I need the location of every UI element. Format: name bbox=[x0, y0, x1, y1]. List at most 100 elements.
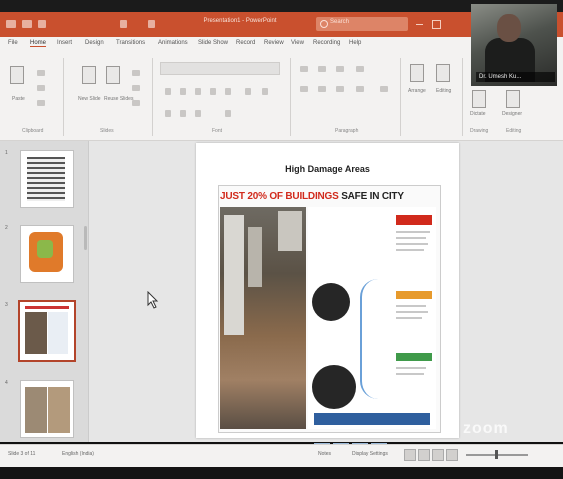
legend-line bbox=[396, 311, 428, 313]
ribbon-separator bbox=[63, 58, 64, 136]
bullets-icon[interactable] bbox=[300, 66, 308, 72]
italic-icon[interactable] bbox=[180, 88, 186, 95]
slide-thumbnail-4[interactable] bbox=[20, 380, 74, 438]
align-center-icon[interactable] bbox=[318, 86, 326, 92]
headline-text: JUST 20% OF BUILDINGS bbox=[220, 191, 342, 202]
legend-line bbox=[396, 237, 426, 239]
normal-view-icon[interactable] bbox=[404, 449, 416, 461]
building-shape bbox=[224, 215, 244, 335]
callout-circle bbox=[312, 365, 356, 409]
arrange-label: Arrange bbox=[408, 88, 426, 94]
slide-title[interactable]: High Damage Areas bbox=[196, 164, 459, 174]
search-placeholder: Search bbox=[330, 19, 350, 25]
notes-button[interactable]: Notes bbox=[318, 451, 331, 457]
justify-icon[interactable] bbox=[356, 86, 364, 92]
reuse-slides-icon[interactable] bbox=[106, 66, 120, 84]
bold-icon[interactable] bbox=[165, 88, 171, 95]
bottom-dark-strip bbox=[0, 467, 563, 479]
thumbnail-content bbox=[25, 387, 47, 433]
paste-icon[interactable] bbox=[10, 66, 24, 84]
slide-thumbnail-1[interactable] bbox=[20, 150, 74, 208]
tab-slide-show[interactable]: Slide Show bbox=[198, 40, 228, 46]
underline-icon[interactable] bbox=[195, 88, 201, 95]
tab-home[interactable]: Home bbox=[30, 40, 47, 47]
undo-icon[interactable] bbox=[38, 20, 46, 28]
ribbon-separator bbox=[152, 58, 153, 136]
tab-view[interactable]: View bbox=[291, 40, 304, 46]
tab-review[interactable]: Review bbox=[264, 40, 284, 46]
designer-icon[interactable] bbox=[506, 90, 520, 108]
redo-icon[interactable] bbox=[120, 20, 127, 28]
numbering-icon[interactable] bbox=[318, 66, 326, 72]
font-color-icon[interactable] bbox=[245, 88, 251, 95]
search-icon bbox=[320, 20, 328, 28]
highlight-icon[interactable] bbox=[262, 88, 268, 95]
cut-icon[interactable] bbox=[37, 70, 45, 76]
language-indicator[interactable]: English (India) bbox=[62, 451, 94, 457]
headline-text-safe: SAFE IN CITY bbox=[341, 191, 404, 202]
format-painter-icon[interactable] bbox=[37, 100, 45, 106]
align-right-icon[interactable] bbox=[336, 86, 344, 92]
font-size-up-icon[interactable] bbox=[165, 110, 171, 117]
indent-icon[interactable] bbox=[336, 66, 344, 72]
tab-transitions[interactable]: Transitions bbox=[116, 40, 145, 46]
section-icon[interactable] bbox=[132, 100, 140, 106]
align-left-icon[interactable] bbox=[300, 86, 308, 92]
font-name-dropdown[interactable] bbox=[160, 62, 280, 75]
line-spacing-icon[interactable] bbox=[356, 66, 364, 72]
group-label-editing: Editing bbox=[506, 128, 522, 134]
copy-icon[interactable] bbox=[37, 85, 45, 91]
tab-animations[interactable]: Animations bbox=[158, 40, 188, 46]
thumbnail-number: 3 bbox=[5, 302, 8, 308]
tab-help[interactable]: Help bbox=[349, 40, 361, 46]
display-settings-button[interactable]: Display Settings bbox=[352, 451, 388, 457]
tab-file[interactable]: File bbox=[8, 40, 18, 46]
shadow-icon[interactable] bbox=[225, 110, 231, 117]
thumbnail-scrollbar[interactable] bbox=[84, 226, 87, 250]
new-slide-icon[interactable] bbox=[82, 66, 96, 84]
thumbnail-number: 4 bbox=[5, 380, 8, 386]
tab-record[interactable]: Record bbox=[236, 40, 255, 46]
reuse-slides-label: Reuse Slides bbox=[104, 96, 134, 102]
slide-thumbnail-3[interactable] bbox=[18, 300, 76, 362]
clear-format-icon[interactable] bbox=[195, 110, 201, 117]
document-title: Presentation1 - PowerPoint bbox=[203, 18, 277, 24]
minimize-icon[interactable] bbox=[416, 20, 423, 25]
slide-sorter-icon[interactable] bbox=[418, 449, 430, 461]
layout-icon[interactable] bbox=[132, 70, 140, 76]
tab-insert[interactable]: Insert bbox=[57, 40, 72, 46]
dictate-icon[interactable] bbox=[472, 90, 486, 108]
thumbnail-content bbox=[37, 240, 53, 258]
slide-thumbnail-2[interactable] bbox=[20, 225, 74, 283]
strikethrough-icon[interactable] bbox=[210, 88, 216, 95]
tab-recording[interactable]: Recording bbox=[313, 40, 340, 46]
zoom-slider-handle[interactable] bbox=[495, 450, 498, 459]
text-direction-icon[interactable] bbox=[380, 86, 388, 92]
thumbnail-content bbox=[25, 306, 69, 309]
designer-label: Designer bbox=[502, 111, 523, 117]
group-label-drawing: Drawing bbox=[470, 128, 489, 134]
slideshow-view-icon[interactable] bbox=[446, 449, 458, 461]
zoom-watermark: zoom bbox=[463, 420, 509, 437]
legend-header-orange bbox=[396, 291, 432, 299]
tab-design[interactable]: Design bbox=[85, 40, 104, 46]
new-slide-label: New Slide bbox=[78, 96, 101, 102]
slide-counter: Slide 3 of 11 bbox=[8, 451, 36, 457]
save-icon[interactable] bbox=[22, 20, 32, 28]
char-spacing-icon[interactable] bbox=[225, 88, 231, 95]
building-shape bbox=[248, 227, 262, 287]
dictate-label: Dictate bbox=[470, 111, 486, 117]
reset-icon[interactable] bbox=[132, 85, 140, 91]
quick-styles-icon[interactable] bbox=[436, 64, 450, 82]
paste-label: Paste bbox=[12, 96, 25, 102]
present-icon[interactable] bbox=[148, 20, 155, 28]
damaged-buildings-photo bbox=[220, 207, 306, 429]
font-size-down-icon[interactable] bbox=[180, 110, 186, 117]
group-label-slides: Slides bbox=[100, 128, 114, 134]
autosave-icon[interactable] bbox=[6, 20, 16, 28]
maximize-icon[interactable] bbox=[432, 20, 441, 29]
thumbnail-number: 2 bbox=[5, 225, 8, 231]
editing-label: Editing bbox=[436, 88, 452, 94]
shapes-icon[interactable] bbox=[410, 64, 424, 82]
reading-view-icon[interactable] bbox=[432, 449, 444, 461]
